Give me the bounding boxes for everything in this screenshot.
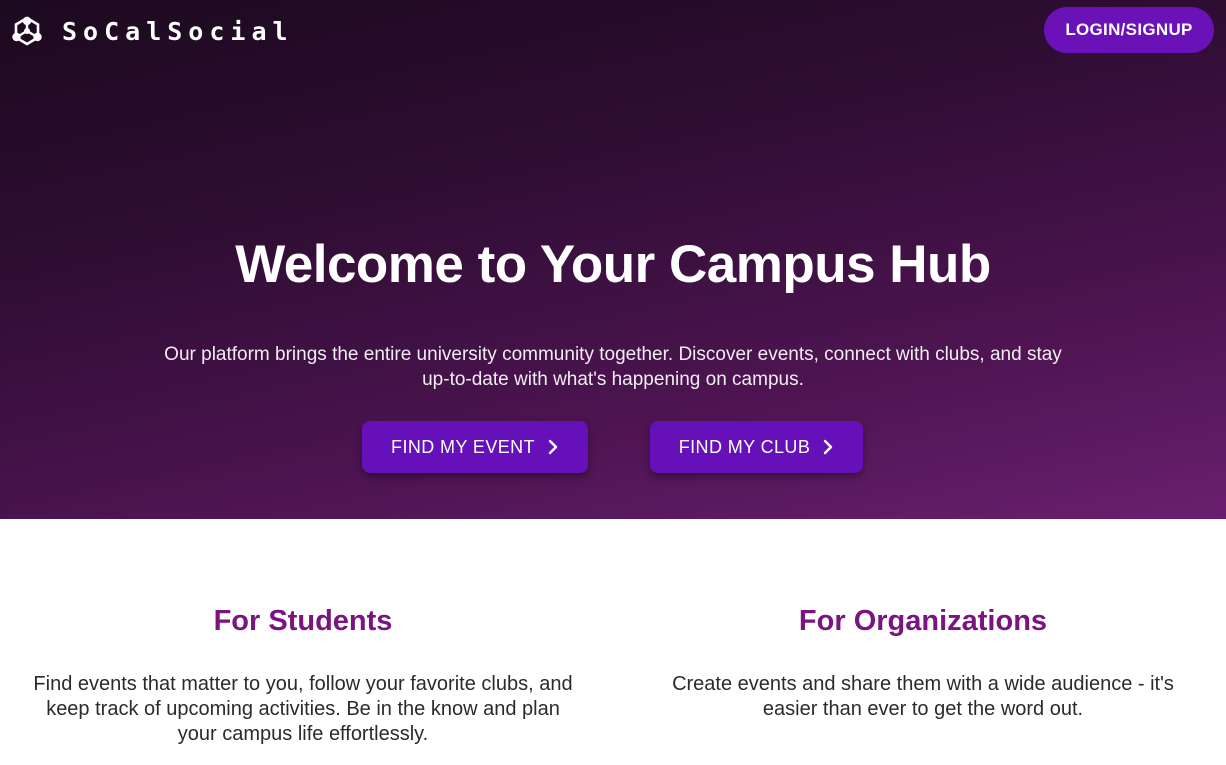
feature-organizations-title: For Organizations (798, 605, 1048, 637)
brand-name: SoCalSocial (62, 16, 294, 46)
hero-subtitle: Our platform brings the entire universit… (164, 344, 1062, 390)
find-my-club-button[interactable]: FIND MY CLUB (650, 421, 863, 473)
hexagon-network-logo-icon (12, 16, 42, 46)
find-my-club-label: FIND MY CLUB (678, 436, 811, 457)
login-signup-button[interactable]: LOGIN/SIGNUP (1044, 7, 1214, 53)
chevron-right-icon (548, 439, 558, 455)
hero-section: SoCalSocial LOGIN/SIGNUP Welcome to Your… (0, 0, 1226, 519)
find-my-event-button[interactable]: FIND MY EVENT (362, 421, 588, 473)
feature-students: For Students Find events that matter to … (23, 600, 583, 747)
feature-students-title: For Students (213, 605, 393, 637)
brand[interactable]: SoCalSocial (10, 14, 294, 48)
chevron-right-icon (824, 439, 833, 455)
find-my-event-label: FIND MY EVENT (391, 436, 535, 457)
feature-students-body: Find events that matter to you, follow y… (33, 673, 573, 745)
hero-title: Welcome to Your Campus Hub (235, 235, 991, 294)
feature-organizations-body: Create events and share them with a wide… (672, 673, 1174, 720)
feature-organizations: For Organizations Create events and shar… (643, 600, 1203, 722)
